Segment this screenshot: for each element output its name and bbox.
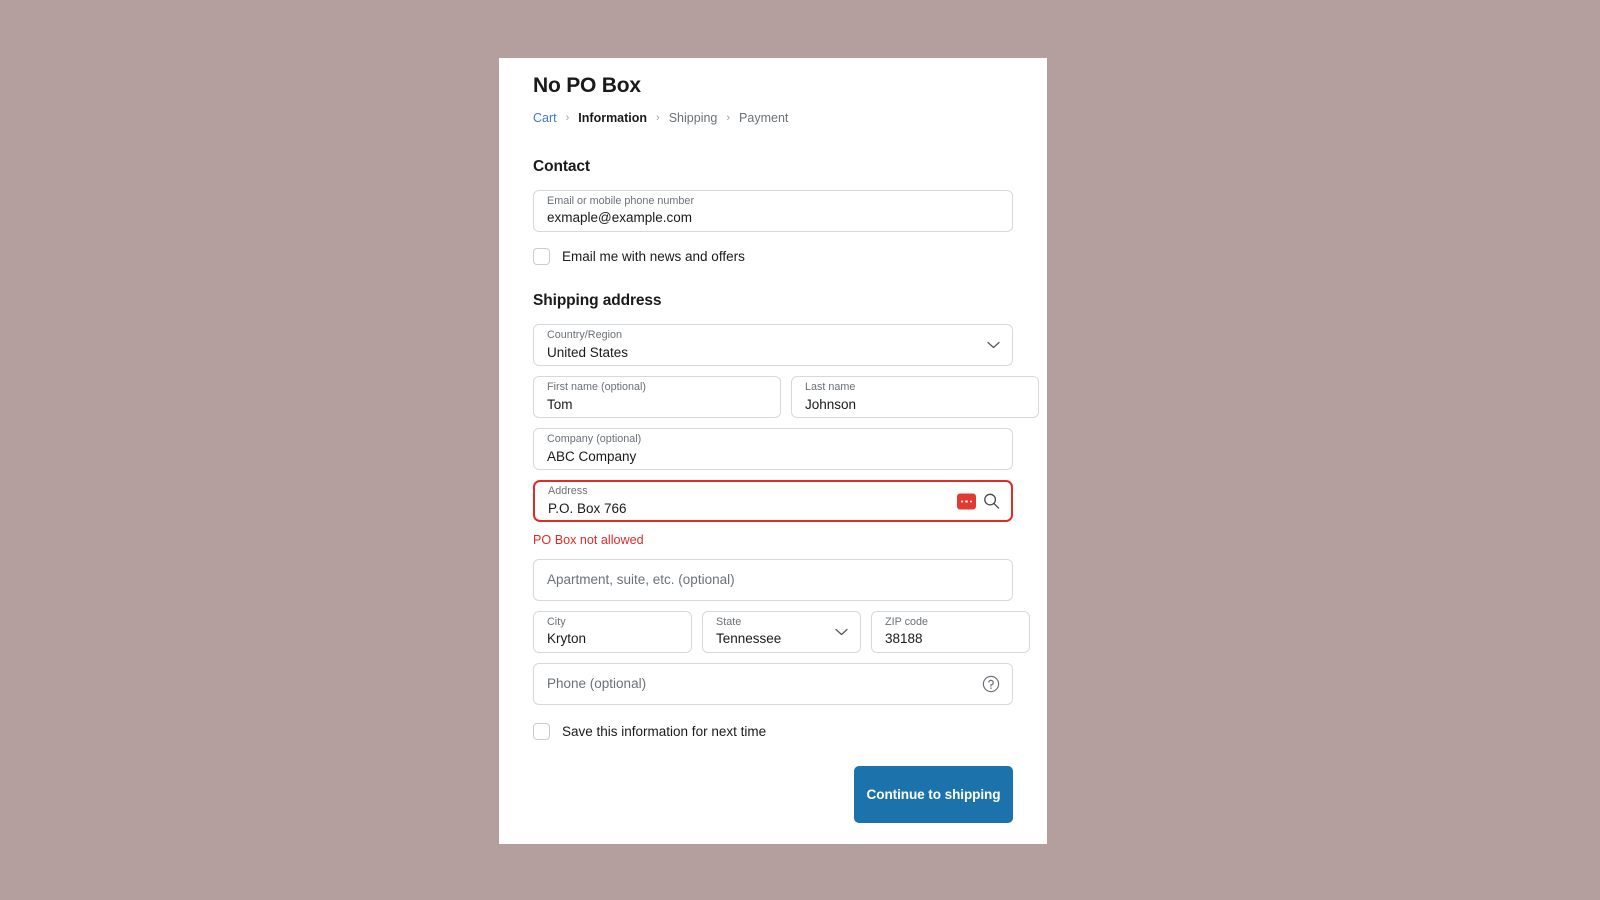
- zip-code-label: ZIP code: [885, 616, 1016, 629]
- breadcrumb-item-cart[interactable]: Cart: [533, 112, 557, 125]
- phone-row: Phone (optional): [533, 663, 1013, 705]
- breadcrumb-separator-icon: ›: [726, 113, 730, 124]
- screen-root: No PO Box Cart › Information › Shipping …: [0, 0, 1600, 900]
- last-name-value: Johnson: [805, 396, 1025, 414]
- breadcrumb: Cart › Information › Shipping › Payment: [533, 112, 1013, 125]
- more-options-icon[interactable]: [957, 493, 976, 509]
- shipping-address-heading: Shipping address: [533, 292, 1013, 310]
- breadcrumb-item-information[interactable]: Information: [578, 112, 647, 125]
- address-field[interactable]: Address P.O. Box 766: [533, 480, 1013, 522]
- save-info-checkbox[interactable]: [533, 723, 550, 740]
- first-name-field[interactable]: First name (optional) Tom: [533, 376, 781, 418]
- company-row: Company (optional) ABC Company: [533, 428, 1013, 470]
- apartment-field[interactable]: Apartment, suite, etc. (optional): [533, 559, 1013, 601]
- save-info-checkbox-row[interactable]: Save this information for next time: [533, 723, 1013, 741]
- newsletter-checkbox[interactable]: [533, 248, 550, 265]
- address-row: Address P.O. Box 766: [533, 480, 1013, 522]
- first-name-value: Tom: [547, 396, 767, 414]
- company-label: Company (optional): [547, 433, 999, 446]
- contact-heading: Contact: [533, 158, 1013, 176]
- city-label: City: [547, 616, 678, 629]
- company-value: ABC Company: [547, 448, 999, 466]
- zip-code-value: 38188: [885, 630, 1016, 648]
- continue-to-shipping-button[interactable]: Continue to shipping: [854, 766, 1013, 823]
- zip-code-field[interactable]: ZIP code 38188: [871, 611, 1030, 653]
- email-field-value: exmaple@example.com: [547, 209, 999, 227]
- newsletter-checkbox-label: Email me with news and offers: [562, 248, 745, 266]
- help-circle-icon[interactable]: [982, 675, 1000, 693]
- email-row: Email or mobile phone number exmaple@exa…: [533, 190, 1013, 232]
- state-select[interactable]: State Tennessee: [702, 611, 861, 653]
- city-state-zip-row: City Kryton State Tennessee ZIP code 381…: [533, 611, 1013, 653]
- email-field-label: Email or mobile phone number: [547, 195, 999, 208]
- country-row: Country/Region United States: [533, 324, 1013, 366]
- checkout-card: No PO Box Cart › Information › Shipping …: [499, 58, 1047, 844]
- state-value: Tennessee: [716, 630, 847, 648]
- chevron-down-icon: [987, 341, 1000, 349]
- country-select-label: Country/Region: [547, 329, 999, 342]
- first-name-label: First name (optional): [547, 381, 767, 394]
- last-name-field[interactable]: Last name Johnson: [791, 376, 1039, 418]
- breadcrumb-separator-icon: ›: [656, 113, 660, 124]
- phone-placeholder: Phone (optional): [547, 675, 999, 693]
- country-select[interactable]: Country/Region United States: [533, 324, 1013, 366]
- address-value: P.O. Box 766: [548, 500, 998, 518]
- address-error-message: PO Box not allowed: [533, 532, 1013, 548]
- name-row: First name (optional) Tom Last name John…: [533, 376, 1013, 418]
- city-value: Kryton: [547, 630, 678, 648]
- city-field[interactable]: City Kryton: [533, 611, 692, 653]
- breadcrumb-item-shipping: Shipping: [669, 112, 718, 125]
- apartment-placeholder: Apartment, suite, etc. (optional): [547, 571, 999, 589]
- newsletter-checkbox-row[interactable]: Email me with news and offers: [533, 248, 1013, 266]
- email-field[interactable]: Email or mobile phone number exmaple@exa…: [533, 190, 1013, 232]
- last-name-label: Last name: [805, 381, 1025, 394]
- chevron-down-icon: [835, 628, 848, 636]
- company-field[interactable]: Company (optional) ABC Company: [533, 428, 1013, 470]
- state-label: State: [716, 616, 847, 629]
- search-icon[interactable]: [983, 493, 1000, 510]
- address-label: Address: [548, 485, 998, 498]
- page-title: No PO Box: [533, 58, 1013, 99]
- address-field-icons: [957, 493, 1000, 510]
- phone-field[interactable]: Phone (optional): [533, 663, 1013, 705]
- country-select-value: United States: [547, 344, 999, 362]
- save-info-checkbox-label: Save this information for next time: [562, 723, 766, 741]
- submit-row: Continue to shipping: [533, 766, 1013, 823]
- apartment-row: Apartment, suite, etc. (optional): [533, 559, 1013, 601]
- breadcrumb-item-payment: Payment: [739, 112, 788, 125]
- breadcrumb-separator-icon: ›: [566, 113, 570, 124]
